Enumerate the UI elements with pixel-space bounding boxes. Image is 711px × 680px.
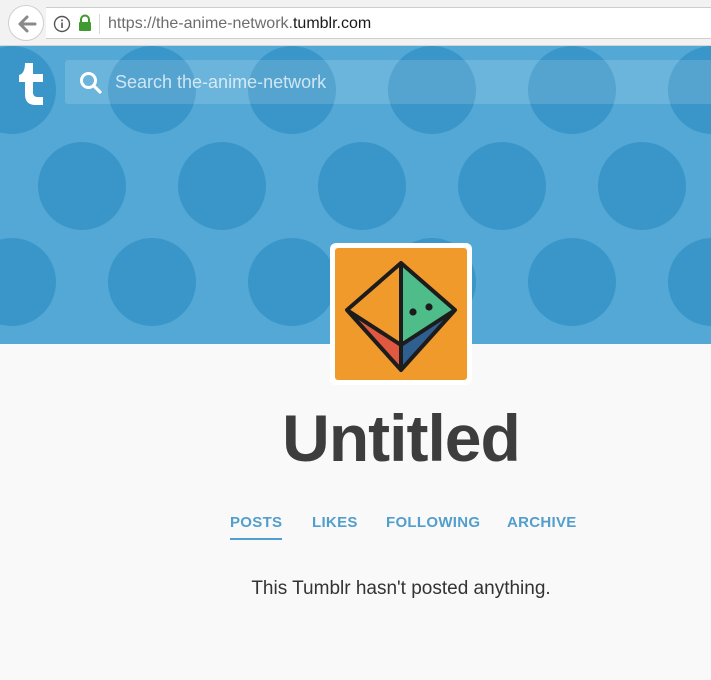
avatar-image <box>335 248 467 380</box>
tab-posts[interactable]: POSTS <box>230 514 283 540</box>
browser-toolbar: https://the-anime-network.tumblr.com <box>0 0 711 46</box>
tab-likes[interactable]: LIKES <box>312 514 358 538</box>
tab-archive[interactable]: ARCHIVE <box>507 514 577 538</box>
search-icon <box>80 72 102 94</box>
url-separator <box>99 14 100 34</box>
octahedron-icon <box>345 261 457 372</box>
search-input[interactable] <box>115 60 705 104</box>
pattern-dot <box>178 142 266 230</box>
url-scheme: https:// <box>108 15 157 32</box>
pattern-dot <box>108 238 196 326</box>
blog-title[interactable]: Untitled <box>0 398 711 478</box>
pattern-dot <box>38 142 126 230</box>
url-domain: tumblr.com <box>292 15 372 32</box>
back-button[interactable] <box>8 5 44 41</box>
lock-icon[interactable] <box>77 14 93 32</box>
pattern-dot <box>248 238 336 326</box>
search-bar[interactable] <box>65 60 711 104</box>
address-bar[interactable]: https://the-anime-network.tumblr.com <box>46 7 711 39</box>
pattern-dot <box>598 142 686 230</box>
pattern-dot <box>528 238 616 326</box>
tab-following[interactable]: FOLLOWING <box>386 514 480 538</box>
tumblr-logo-icon[interactable] <box>16 60 50 106</box>
empty-posts-message: This Tumblr hasn't posted anything. <box>251 578 551 599</box>
back-arrow-icon <box>18 15 37 33</box>
pattern-dot <box>318 142 406 230</box>
avatar[interactable] <box>330 243 472 385</box>
url-subdomain: the-anime-network. <box>156 15 293 32</box>
url-text[interactable]: https://the-anime-network.tumblr.com <box>108 15 371 33</box>
pattern-dot <box>458 142 546 230</box>
info-icon[interactable] <box>53 15 71 33</box>
